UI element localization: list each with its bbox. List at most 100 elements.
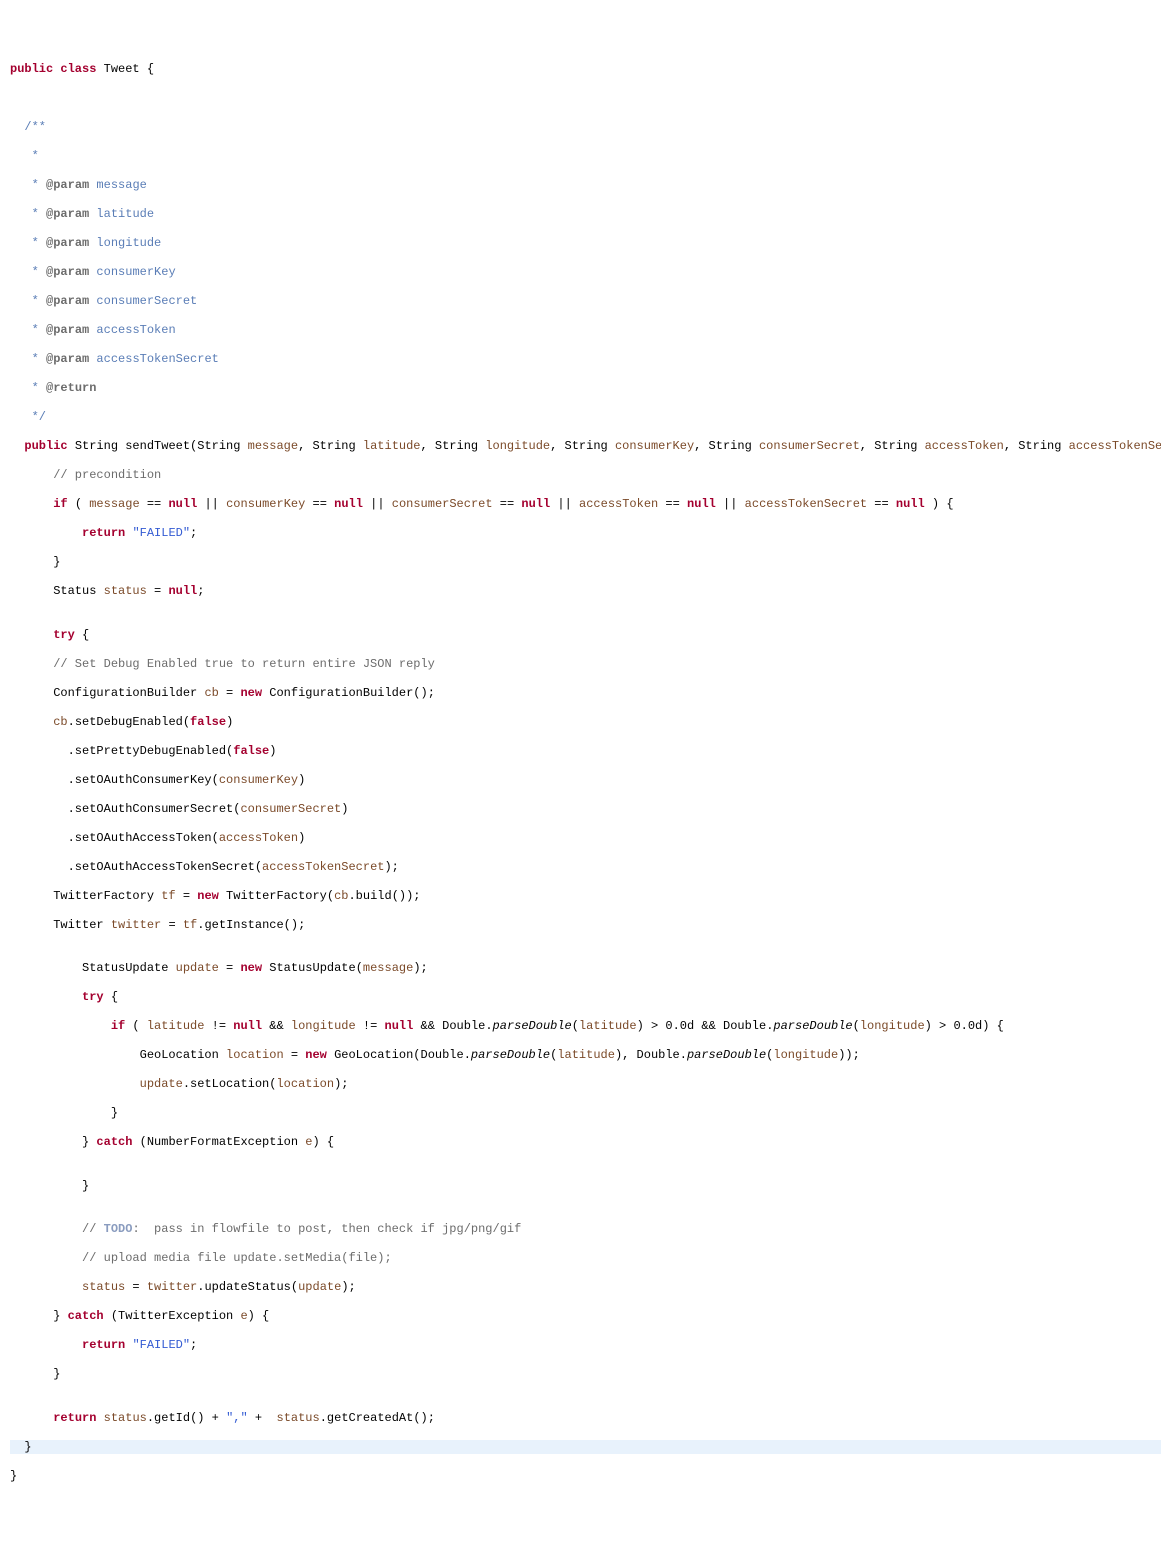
var: twitter xyxy=(147,1280,197,1294)
keyword: null xyxy=(233,1019,262,1033)
keyword: return xyxy=(82,526,125,540)
text: GeoLocation xyxy=(10,1048,226,1062)
code-line: .setOAuthConsumerSecret(consumerSecret) xyxy=(10,802,1161,817)
text: Twitter xyxy=(10,918,111,932)
keyword: false xyxy=(233,744,269,758)
keyword: try xyxy=(82,990,104,1004)
text: == xyxy=(305,497,334,511)
text: (TwitterException xyxy=(104,1309,241,1323)
var: consumerSecret xyxy=(240,802,341,816)
comment: // xyxy=(10,1222,104,1236)
text: ; xyxy=(190,1338,197,1352)
text: .setPrettyDebugEnabled( xyxy=(10,744,233,758)
text: .setDebugEnabled( xyxy=(68,715,190,729)
keyword: return xyxy=(82,1338,125,1352)
param-name: consumerKey xyxy=(89,265,175,279)
text: { xyxy=(104,990,118,1004)
text: TwitterFactory xyxy=(10,889,161,903)
code-line: TwitterFactory tf = new TwitterFactory(c… xyxy=(10,889,1161,904)
text: ); xyxy=(384,860,398,874)
var: e xyxy=(240,1309,247,1323)
code-editor[interactable]: public class Tweet { /** * * @param mess… xyxy=(10,62,1161,1483)
code-line: public class Tweet { xyxy=(10,62,1161,77)
text xyxy=(125,1338,132,1352)
code-line: } xyxy=(10,555,1161,570)
javadoc: */ xyxy=(10,410,46,424)
doc-tag: @param xyxy=(46,236,89,250)
code-line: } catch (TwitterException e) { xyxy=(10,1309,1161,1324)
text: == xyxy=(140,497,169,511)
keyword: catch xyxy=(96,1135,132,1149)
keyword: null xyxy=(168,584,197,598)
text: == xyxy=(867,497,896,511)
doc-tag: @param xyxy=(46,294,89,308)
comment: : pass in flowfile to post, then check i… xyxy=(132,1222,521,1236)
code-line: /** xyxy=(10,120,1161,135)
var: longitude xyxy=(291,1019,356,1033)
text xyxy=(10,715,53,729)
text: ); xyxy=(413,961,427,975)
text: || xyxy=(363,497,392,511)
var: tf xyxy=(183,918,197,932)
javadoc: * xyxy=(10,207,46,221)
text: ; xyxy=(190,526,197,540)
static-method: parseDouble xyxy=(773,1019,852,1033)
code-line: */ xyxy=(10,410,1161,425)
javadoc: * xyxy=(10,352,46,366)
param: accessTokenSecret xyxy=(1069,439,1161,453)
text: )); xyxy=(838,1048,860,1062)
text: , String xyxy=(298,439,363,453)
keyword: null xyxy=(168,497,197,511)
code-line: * @param consumerKey xyxy=(10,265,1161,280)
javadoc: * xyxy=(10,294,46,308)
keyword: new xyxy=(305,1048,327,1062)
static-method: parseDouble xyxy=(471,1048,550,1062)
text: ( xyxy=(766,1048,773,1062)
text: ) xyxy=(298,831,305,845)
keyword: try xyxy=(53,628,75,642)
keyword: null xyxy=(334,497,363,511)
var: longitude xyxy=(860,1019,925,1033)
text: Status xyxy=(10,584,104,598)
var: consumerKey xyxy=(226,497,305,511)
keyword: null xyxy=(896,497,925,511)
keyword: null xyxy=(385,1019,414,1033)
text: ConfigurationBuilder xyxy=(10,686,204,700)
keyword: new xyxy=(240,686,262,700)
var: update xyxy=(140,1077,183,1091)
text: .setOAuthAccessTokenSecret( xyxy=(10,860,262,874)
keyword: public xyxy=(24,439,67,453)
doc-tag: @param xyxy=(46,352,89,366)
var: cb xyxy=(334,889,348,903)
text: = xyxy=(219,686,241,700)
doc-tag: @param xyxy=(46,265,89,279)
text xyxy=(96,1411,103,1425)
highlighted-line: } xyxy=(10,1440,1161,1455)
text: .updateStatus( xyxy=(197,1280,298,1294)
code-line: .setOAuthConsumerKey(consumerKey) xyxy=(10,773,1161,788)
text: StatusUpdate xyxy=(10,961,176,975)
class-name: Tweet xyxy=(104,62,140,76)
param-name: accessTokenSecret xyxy=(89,352,219,366)
text: ) xyxy=(341,802,348,816)
text xyxy=(10,1077,140,1091)
code-line: public String sendTweet(String message, … xyxy=(10,439,1161,454)
text: ) { xyxy=(925,497,954,511)
var: location xyxy=(226,1048,284,1062)
javadoc: /** xyxy=(10,120,46,134)
var: location xyxy=(276,1077,334,1091)
text: ( xyxy=(125,1019,147,1033)
text: + xyxy=(248,1411,277,1425)
param-name: accessToken xyxy=(89,323,175,337)
var: update xyxy=(298,1280,341,1294)
text: { xyxy=(75,628,89,642)
text xyxy=(10,628,53,642)
text: , String xyxy=(860,439,925,453)
text: ( xyxy=(572,1019,579,1033)
text xyxy=(10,526,82,540)
keyword: new xyxy=(197,889,219,903)
param: consumerSecret xyxy=(759,439,860,453)
var: longitude xyxy=(773,1048,838,1062)
var: latitude xyxy=(579,1019,637,1033)
javadoc: * xyxy=(10,149,39,163)
